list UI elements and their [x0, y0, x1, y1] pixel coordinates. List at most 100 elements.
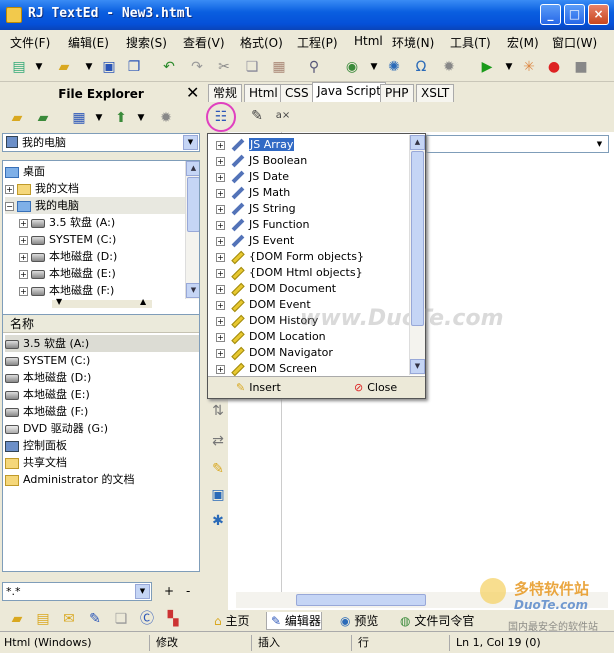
- stop-icon[interactable]: ■: [572, 58, 590, 76]
- snippet-item[interactable]: + JS Function: [216, 217, 310, 233]
- insert-button[interactable]: ✎ Insert: [236, 380, 281, 396]
- list-item[interactable]: DVD 驱动器 (G:): [5, 420, 108, 437]
- cut-icon[interactable]: ✂: [215, 58, 233, 76]
- tool-icon[interactable]: ✱: [209, 512, 227, 530]
- snippet-item[interactable]: + {DOM Form objects}: [216, 249, 364, 265]
- snippet-item[interactable]: + {DOM Html objects}: [216, 265, 363, 281]
- view-mode-icon[interactable]: ▦: [70, 109, 88, 127]
- snippet-item[interactable]: + JS Math: [216, 185, 290, 201]
- menu-tools[interactable]: 工具(T): [450, 34, 491, 51]
- tab-general[interactable]: 常规: [208, 84, 243, 102]
- list-item[interactable]: 3.5 软盘 (A:): [5, 335, 199, 352]
- close-window-button[interactable]: ×: [588, 4, 609, 25]
- folder-icon[interactable]: ▰: [8, 610, 26, 628]
- options-icon[interactable]: ✹: [157, 109, 175, 127]
- snippet-item[interactable]: + JS String: [216, 201, 296, 217]
- dropdown-arrow-icon[interactable]: ▼: [80, 58, 98, 76]
- title-bar[interactable]: RJ TextEd - New3.html _ □ ×: [0, 0, 614, 30]
- snippet-item[interactable]: + JS Event: [216, 233, 294, 249]
- clear-icon[interactable]: a×: [274, 107, 292, 125]
- scroll-thumb[interactable]: [296, 594, 426, 606]
- remove-filter-button[interactable]: -: [186, 584, 190, 598]
- up-folder-icon[interactable]: ⬆: [112, 109, 130, 127]
- tree-vertical-scrollbar[interactable]: ▲ ▼: [185, 161, 199, 299]
- edit-icon[interactable]: ✎: [209, 460, 227, 478]
- macro-record-icon[interactable]: ✳: [520, 58, 538, 76]
- dropdown-arrow-icon[interactable]: ▼: [132, 109, 150, 127]
- copy-icon[interactable]: ❏: [112, 610, 130, 628]
- close-panel-icon[interactable]: ✕: [186, 84, 199, 102]
- dropdown-arrow-icon[interactable]: ▼: [90, 109, 108, 127]
- menu-search[interactable]: 搜索(S): [126, 34, 167, 51]
- edit-icon[interactable]: ✎: [248, 107, 266, 125]
- tree-item-drive-d[interactable]: + 本地磁盘 (D:): [19, 248, 117, 265]
- list-item[interactable]: SYSTEM (C:): [5, 352, 90, 369]
- globe-icon[interactable]: ✺: [385, 58, 403, 76]
- omega-icon[interactable]: Ω: [412, 58, 430, 76]
- run-icon[interactable]: ▶: [478, 58, 496, 76]
- dropdown-arrow-icon[interactable]: ▼: [500, 58, 518, 76]
- save-icon[interactable]: ▣: [100, 58, 118, 76]
- list-header-name[interactable]: 名称: [3, 315, 199, 333]
- location-combobox[interactable]: 我的电脑 ▼: [2, 133, 200, 152]
- snippet-item[interactable]: + JS Array: [216, 137, 295, 153]
- settings-icon[interactable]: ✹: [440, 58, 458, 76]
- menu-format[interactable]: 格式(O): [240, 34, 283, 51]
- document-icon[interactable]: ▤: [34, 610, 52, 628]
- panel-splitter[interactable]: ▼ ▲: [52, 297, 152, 308]
- tree-item-drive-f[interactable]: + 本地磁盘 (F:): [19, 282, 114, 299]
- scroll-up-button[interactable]: ▲: [410, 135, 425, 150]
- tree-item-drive-a[interactable]: +3.5 软盘 (A:): [19, 214, 115, 231]
- minimize-button[interactable]: _: [540, 4, 561, 25]
- window-icon[interactable]: ▣: [209, 486, 227, 504]
- location-dropdown-button[interactable]: ▼: [183, 135, 198, 150]
- menu-project[interactable]: 工程(P): [297, 34, 338, 51]
- tool-icon[interactable]: ⇄: [209, 432, 227, 450]
- popup-vertical-scrollbar[interactable]: ▲ ▼: [409, 135, 425, 375]
- list-item[interactable]: 本地磁盘 (F:): [5, 403, 88, 420]
- tab-php[interactable]: PHP: [380, 84, 414, 102]
- list-item[interactable]: Administrator 的文档: [5, 471, 134, 488]
- menu-file[interactable]: 文件(F): [10, 34, 50, 51]
- tab-javascript[interactable]: Java Script: [312, 82, 386, 102]
- tab-home[interactable]: ⌂ 主页: [210, 612, 249, 630]
- pen-icon[interactable]: ✎: [86, 610, 104, 628]
- snippet-item[interactable]: + DOM Document: [216, 281, 336, 297]
- menu-environment[interactable]: 环境(N): [392, 34, 434, 51]
- folder-up-icon[interactable]: ▰: [8, 109, 26, 127]
- paste-icon[interactable]: ▦: [270, 58, 288, 76]
- open-folder-icon[interactable]: ▰: [55, 58, 73, 76]
- menu-edit[interactable]: 编辑(E): [68, 34, 109, 51]
- tree-item-my-documents[interactable]: + 我的文档: [5, 180, 79, 197]
- snippet-item[interactable]: + JS Boolean: [216, 153, 307, 169]
- add-filter-button[interactable]: +: [164, 584, 174, 598]
- tab-css[interactable]: CSS: [280, 84, 314, 102]
- menu-html[interactable]: Html: [354, 34, 383, 48]
- redo-icon[interactable]: ↷: [188, 58, 206, 76]
- tab-preview[interactable]: ◉ 预览: [336, 612, 378, 630]
- tree-view-icon[interactable]: ☷: [212, 108, 230, 126]
- tab-xslt[interactable]: XSLT: [416, 84, 455, 102]
- snippet-item[interactable]: + DOM Location: [216, 329, 326, 345]
- filter-dropdown-button[interactable]: ▼: [135, 584, 150, 599]
- tree-item-desktop[interactable]: 桌面: [5, 163, 45, 180]
- file-filter-combobox[interactable]: *.* ▼: [2, 582, 152, 601]
- record-icon[interactable]: ●: [545, 58, 563, 76]
- popup-close-button[interactable]: ⊘ Close: [354, 380, 397, 396]
- scroll-down-button[interactable]: ▼: [186, 283, 199, 298]
- undo-icon[interactable]: ↶: [160, 58, 178, 76]
- blocks-icon[interactable]: ▚: [164, 610, 182, 628]
- snippet-filter-combobox[interactable]: ▼: [426, 135, 609, 153]
- maximize-button[interactable]: □: [564, 4, 585, 25]
- save-all-icon[interactable]: ❐: [125, 58, 143, 76]
- tab-editor[interactable]: ✎ 编辑器: [266, 612, 322, 630]
- snippet-item[interactable]: + JS Date: [216, 169, 289, 185]
- menu-window[interactable]: 窗口(W): [552, 34, 597, 51]
- c-code-icon[interactable]: Ⓒ: [138, 610, 156, 628]
- scroll-thumb[interactable]: [411, 151, 424, 326]
- menu-view[interactable]: 查看(V): [183, 34, 225, 51]
- tree-item-drive-e[interactable]: + 本地磁盘 (E:): [19, 265, 116, 282]
- list-item[interactable]: 本地磁盘 (E:): [5, 386, 90, 403]
- tab-file-commander[interactable]: ◍ 文件司令官: [396, 612, 474, 630]
- scroll-down-button[interactable]: ▼: [410, 359, 425, 374]
